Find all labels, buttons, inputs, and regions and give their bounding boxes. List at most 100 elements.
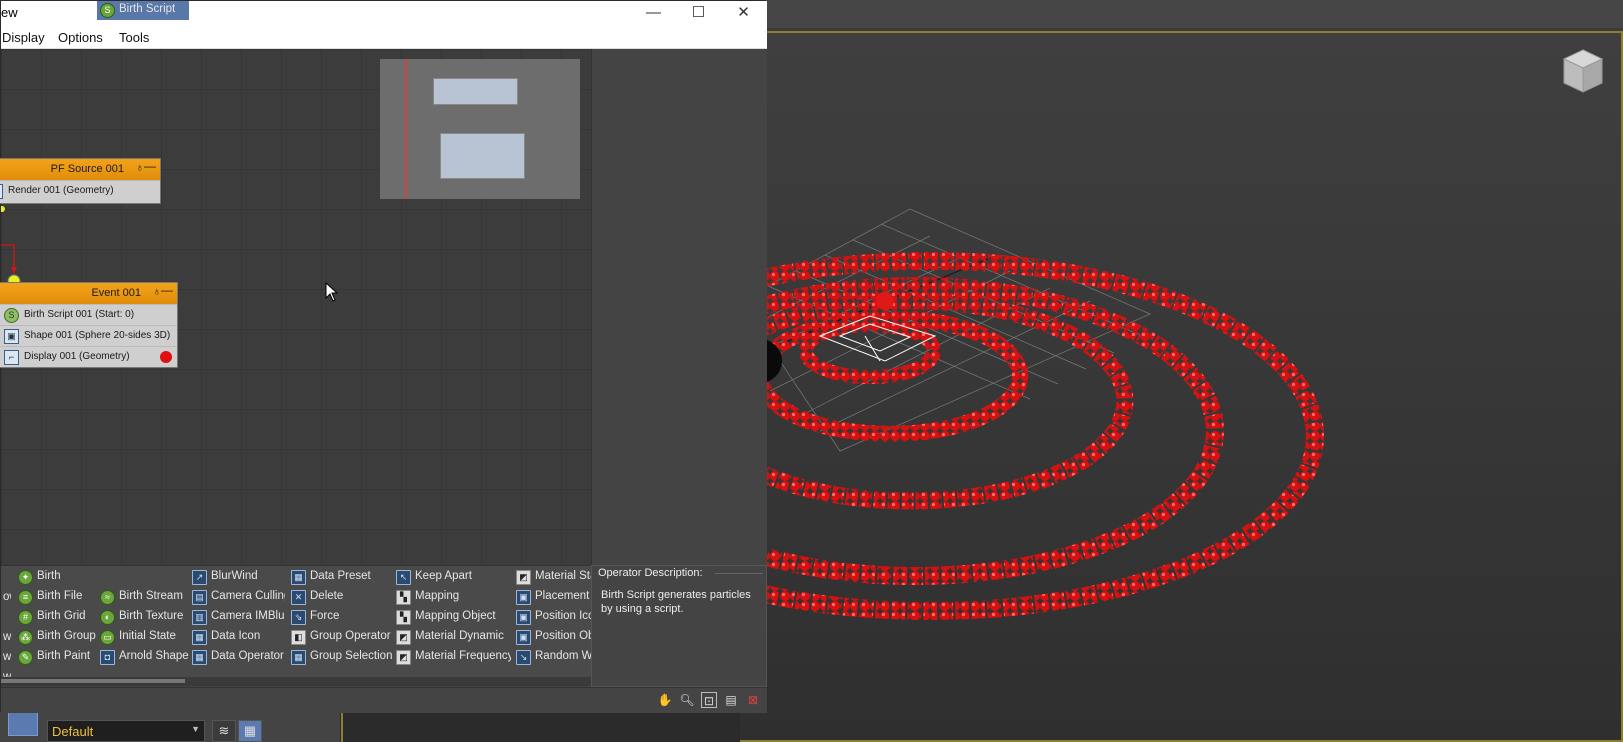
- description-text: Birth Script generates particles by usin…: [601, 589, 751, 615]
- depot-item-mapping[interactable]: ▚ Mapping: [393, 588, 511, 607]
- force-icon: ⇘: [291, 610, 306, 625]
- hand-pan-icon[interactable]: ✋: [657, 692, 673, 708]
- viewcube-icon[interactable]: [1562, 48, 1604, 94]
- depot-item-birth[interactable]: ✦ Birth: [15, 568, 97, 587]
- maximize-button[interactable]: ☐: [676, 1, 721, 26]
- birth-script-icon: S: [4, 308, 19, 323]
- birth-group-icon: ⁂: [18, 630, 33, 645]
- depot-item-birth-file[interactable]: ≡ Birth File: [15, 588, 97, 607]
- material-static-icon: ◩: [516, 570, 531, 585]
- random-walk-icon: ↘: [516, 650, 531, 665]
- zoom-extents-icon[interactable]: ▤: [723, 692, 739, 708]
- depot-item-data-operator[interactable]: ▦ Data Operator: [189, 648, 285, 667]
- depot-item-birth-stream[interactable]: ≈ Birth Stream: [97, 588, 189, 607]
- depot-item-birth-paint[interactable]: ✎ Birth Paint: [15, 648, 97, 667]
- shape-operator[interactable]: ▣ Shape 001 (Sphere 20-sides 3D): [0, 325, 177, 346]
- layer-explorer-icon[interactable]: ▦: [238, 720, 262, 742]
- depot-item-camera-imblur[interactable]: ▥ Camera IMBlur: [189, 608, 285, 627]
- overview-edge: [405, 59, 407, 199]
- layer-dropdown[interactable]: Default ▼: [47, 720, 205, 742]
- menu-tools[interactable]: Tools: [119, 30, 149, 45]
- depot-item-camera-culling[interactable]: ▤ Camera Culling: [189, 588, 285, 607]
- lightbulb-icon[interactable]: ♁: [132, 162, 144, 175]
- depot-item-material-static[interactable]: ◩ Material Sta: [513, 568, 591, 587]
- zoom-region-icon[interactable]: ⊡: [701, 692, 717, 708]
- birth-script-operator[interactable]: S Birth Script 001 (Start: 0): [0, 304, 177, 325]
- depot-item[interactable]: w: [0, 629, 11, 648]
- depot-item-group-selection[interactable]: ▦ Group Selection: [288, 648, 392, 667]
- menu-display[interactable]: Display: [2, 30, 45, 45]
- position-object-icon: ▣: [516, 630, 531, 645]
- collapse-icon[interactable]: —: [144, 159, 156, 173]
- arnold-shape-icon: ◘: [100, 650, 115, 665]
- birth-grid-icon: #: [18, 610, 33, 625]
- depot-item-arnold-shape[interactable]: ◘ Arnold Shape: [97, 648, 189, 667]
- depot-item-birth-grid[interactable]: # Birth Grid: [15, 608, 97, 627]
- depot-item-birth-group[interactable]: ⁂ Birth Group: [15, 628, 97, 647]
- data-operator-icon: ▦: [192, 650, 207, 665]
- zoom-icon[interactable]: 🔍︎: [679, 692, 695, 708]
- lightbulb-icon[interactable]: ♁: [149, 286, 161, 299]
- overview-node-event: [440, 133, 525, 179]
- depot-item-keep-apart[interactable]: ↖ Keep Apart: [393, 568, 511, 587]
- depot-item-initial-state[interactable]: ▭ Initial State: [97, 628, 189, 647]
- chevron-down-icon: ▼: [191, 724, 200, 734]
- placement-icon: ▣: [516, 590, 531, 605]
- description-title: Operator Description:: [598, 567, 706, 579]
- data-icon-icon: ▦: [192, 630, 207, 645]
- depot-item[interactable]: w: [0, 649, 11, 668]
- display-operator[interactable]: ⌐ Display 001 (Geometry): [0, 346, 177, 367]
- depot-item-force[interactable]: ⇘ Force: [288, 608, 392, 627]
- collapse-icon[interactable]: —: [161, 283, 173, 297]
- depot-item-blurwind[interactable]: ↗ BlurWind: [189, 568, 285, 587]
- birth-icon: ✦: [18, 570, 33, 585]
- birth-file-icon: ≡: [18, 590, 33, 605]
- minimize-button[interactable]: —: [631, 1, 676, 26]
- shape-label: Shape 001 (Sphere 20-sides 3D): [24, 330, 171, 341]
- event-node[interactable]: Event 001 ♁ — S Birth Script 001 (Start:…: [0, 282, 178, 368]
- depot-item-delete[interactable]: ✕ Delete: [288, 588, 392, 607]
- material-frequency-icon: ◩: [396, 650, 411, 665]
- viewport[interactable]: [740, 0, 1623, 742]
- layer-dropdown-value: Default: [52, 724, 94, 739]
- parameters-panel: [591, 49, 767, 565]
- display-color-swatch[interactable]: [160, 351, 172, 363]
- no-zoom-icon[interactable]: ⊠: [745, 692, 761, 708]
- position-icon-icon: ▣: [516, 610, 531, 625]
- depot-item-material-dynamic[interactable]: ◩ Material Dynamic: [393, 628, 511, 647]
- event-title: Event 001: [91, 287, 141, 299]
- group-operator-icon: ◧: [291, 630, 306, 645]
- particle-view-dialog: ew — ☐ ✕ Display Options Tools PF Source…: [0, 0, 767, 713]
- status-bar: [1, 687, 767, 713]
- divider: [341, 712, 343, 742]
- viewport-toolbar-strip: [740, 0, 1623, 28]
- depot-item-position-object[interactable]: ▣ Position Obj: [513, 628, 591, 647]
- render-operator-label: Render 001 (Geometry): [8, 185, 114, 196]
- depot-item-material-frequency[interactable]: ◩ Material Frequency: [393, 648, 511, 667]
- description-rule: [715, 573, 763, 574]
- shape-icon: ▣: [4, 329, 19, 344]
- depot-item-data-icon[interactable]: ▦ Data Icon: [189, 628, 285, 647]
- initial-state-icon: ▭: [100, 630, 115, 645]
- mouse-cursor-icon: [325, 282, 339, 302]
- depot-item-group-operator[interactable]: ◧ Group Operator: [288, 628, 392, 647]
- depot-item-data-preset[interactable]: ▦ Data Preset: [288, 568, 392, 587]
- depot-item-mapping-object[interactable]: ▚ Mapping Object: [393, 608, 511, 627]
- render-operator[interactable]: Render 001 (Geometry): [0, 180, 160, 203]
- depot-item[interactable]: ow: [0, 589, 11, 608]
- camera-imblur-icon: ▥: [192, 610, 207, 625]
- blurwind-icon: ↗: [192, 570, 207, 585]
- menu-options[interactable]: Options: [58, 30, 103, 45]
- depot-item-position-icon[interactable]: ▣ Position Ico: [513, 608, 591, 627]
- depot-item-random-walk[interactable]: ↘Random Wa: [513, 648, 591, 667]
- layers-icon[interactable]: ≋: [212, 720, 236, 742]
- pf-source-node[interactable]: PF Source 001 ♁ — Render 001 (Geometry): [0, 158, 161, 204]
- depot-item-birth-script[interactable]: S Birth Script: [97, 1, 189, 20]
- group-selection-icon: ▦: [291, 650, 306, 665]
- close-button[interactable]: ✕: [721, 1, 766, 26]
- depot-item-placement[interactable]: ▣Placement F: [513, 588, 591, 607]
- depot-item-birth-texture[interactable]: ◐ Birth Texture: [97, 608, 189, 627]
- depot-scroll-thumb[interactable]: [1, 679, 185, 683]
- display-label: Display 001 (Geometry): [24, 351, 130, 362]
- layer-toggle-button[interactable]: [8, 712, 38, 736]
